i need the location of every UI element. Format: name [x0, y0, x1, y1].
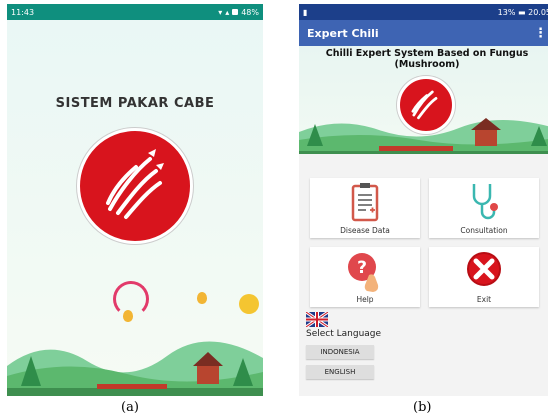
- exit-button[interactable]: Exit: [429, 247, 539, 307]
- battery-level: 48%: [241, 7, 259, 17]
- consultation-button[interactable]: Consultation: [429, 178, 539, 238]
- language-indonesia-button[interactable]: INDONESIA: [306, 345, 374, 359]
- menu-label: Exit: [476, 295, 492, 304]
- notification-icon: ▮: [303, 7, 308, 17]
- status-bar: ▮ 13% ▬ 20.05: [299, 4, 548, 20]
- app-bar: Expert Chili ⋮: [299, 20, 548, 46]
- signal-icon: ▴: [225, 7, 230, 17]
- banner-title: Chilli Expert System Based on Fungus (Mu…: [325, 48, 529, 70]
- uk-flag-icon[interactable]: [306, 312, 328, 327]
- question-icon: ?: [348, 253, 379, 292]
- landscape-illustration: [7, 341, 263, 396]
- landscape-illustration: [299, 118, 548, 154]
- status-bar: 11:43 ▾ ▴ 48%: [7, 4, 263, 20]
- svg-text:?: ?: [357, 258, 367, 278]
- help-button[interactable]: ? Help: [310, 247, 420, 307]
- balloon-icon: [197, 292, 207, 304]
- status-info: 13% ▬ 20.05: [497, 7, 548, 17]
- wifi-icon: ▾: [218, 7, 223, 17]
- splash-title: SISTEM PAKAR CABE: [55, 96, 215, 111]
- menu-label: Disease Data: [340, 226, 390, 235]
- battery-icon: [232, 9, 239, 15]
- chili-logo-icon: [77, 128, 193, 244]
- banner: Chilli Expert System Based on Fungus (Mu…: [299, 46, 548, 154]
- menu-grid: Disease Data Consultation ? Help Exit: [310, 178, 543, 307]
- status-icons: ▾ ▴ 48%: [218, 8, 259, 17]
- main-screen: ▮ 13% ▬ 20.05 Expert Chili ⋮ Chilli Expe…: [299, 4, 548, 396]
- menu-label: Help: [356, 295, 374, 304]
- caption-a: (a): [121, 400, 139, 415]
- exit-icon: [467, 252, 501, 286]
- app-title: Expert Chili: [307, 26, 379, 40]
- caption-b: (b): [413, 400, 432, 415]
- status-time: 11:43: [11, 7, 35, 17]
- stethoscope-icon: [472, 184, 498, 220]
- language-english-button[interactable]: ENGLISH: [306, 365, 374, 379]
- select-language-label: Select Language: [306, 329, 382, 339]
- document-icon: [351, 183, 379, 222]
- language-section: Select Language INDONESIA ENGLISH: [306, 312, 426, 379]
- disease-data-button[interactable]: Disease Data: [310, 178, 420, 238]
- overflow-menu-icon[interactable]: ⋮: [534, 26, 547, 41]
- menu-label: Consultation: [460, 226, 508, 235]
- splash-screen: 11:43 ▾ ▴ 48% SISTEM PAKAR CABE: [7, 4, 263, 396]
